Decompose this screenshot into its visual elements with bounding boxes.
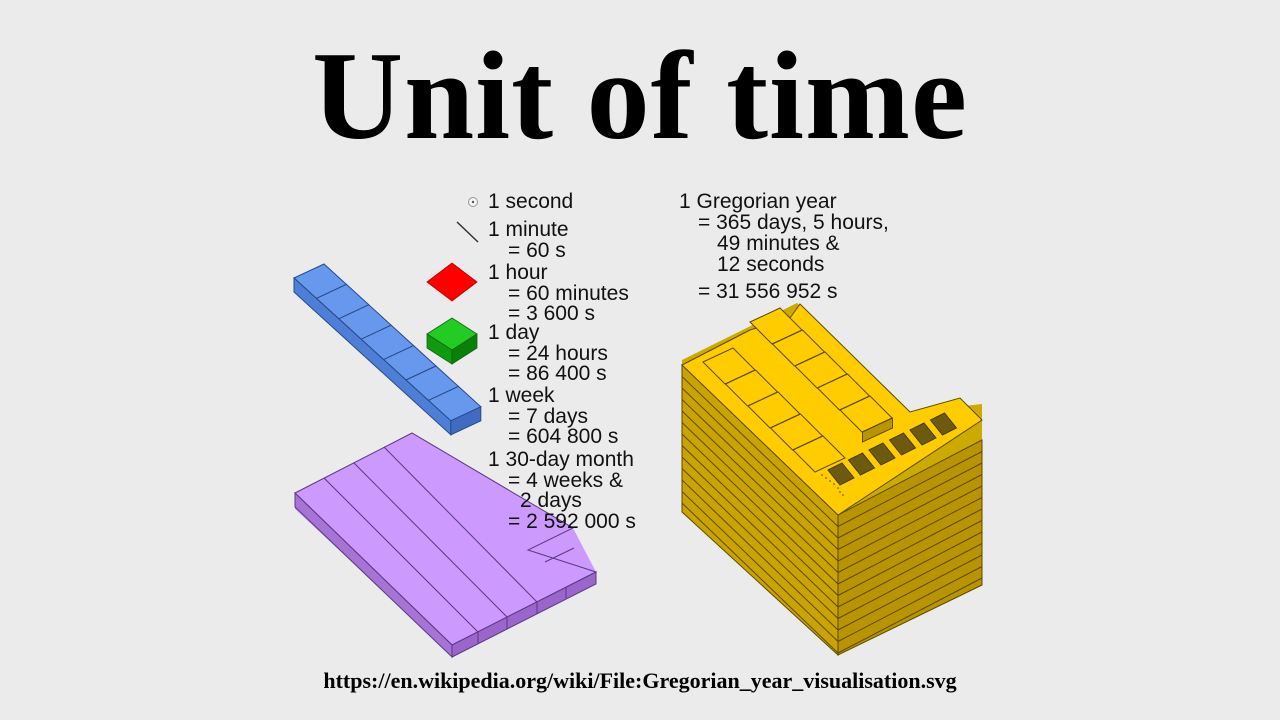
- source-url: https://en.wikipedia.org/wiki/File:Grego…: [323, 668, 957, 693]
- diagram: [293, 197, 983, 659]
- month-label-line: 2 days: [520, 489, 582, 512]
- minute-label-line: 1 minute: [488, 218, 569, 241]
- week-label-line: = 7 days: [508, 404, 588, 428]
- second-label-line: 1 second: [488, 190, 574, 213]
- day-label-line: = 86 400 s: [508, 362, 607, 385]
- day-label-line: 1 day: [488, 321, 540, 344]
- week-label-line: 1 week: [488, 384, 555, 407]
- gregorian-year-label-line: 49 minutes &: [717, 232, 840, 255]
- hour-label-line: 1 hour: [488, 261, 548, 284]
- gregorian-year-label-line: 12 seconds: [717, 253, 825, 276]
- month-label-line: = 2 592 000 s: [508, 509, 636, 533]
- day-label-line: = 24 hours: [508, 341, 608, 365]
- gregorian-year-label-line: 1 Gregorian year: [679, 190, 837, 213]
- red-square-icon: [426, 262, 478, 302]
- minute-label-line: = 60 s: [508, 238, 566, 262]
- month-label-line: 1 30-day month: [488, 448, 634, 471]
- yellow-block-icon: [681, 303, 983, 657]
- green-cube-icon: [426, 317, 478, 365]
- month-label-line: = 4 weeks &: [508, 468, 623, 492]
- gregorian-year-label-line: = 365 days, 5 hours,: [698, 211, 889, 234]
- dot-circle-icon: [468, 197, 478, 207]
- gregorian-year-label-line: = 31 556 952 s: [698, 280, 838, 303]
- week-label-line: = 604 800 s: [508, 425, 619, 448]
- line-segment-icon: [456, 221, 479, 243]
- hour-label-line: = 60 minutes: [508, 281, 629, 305]
